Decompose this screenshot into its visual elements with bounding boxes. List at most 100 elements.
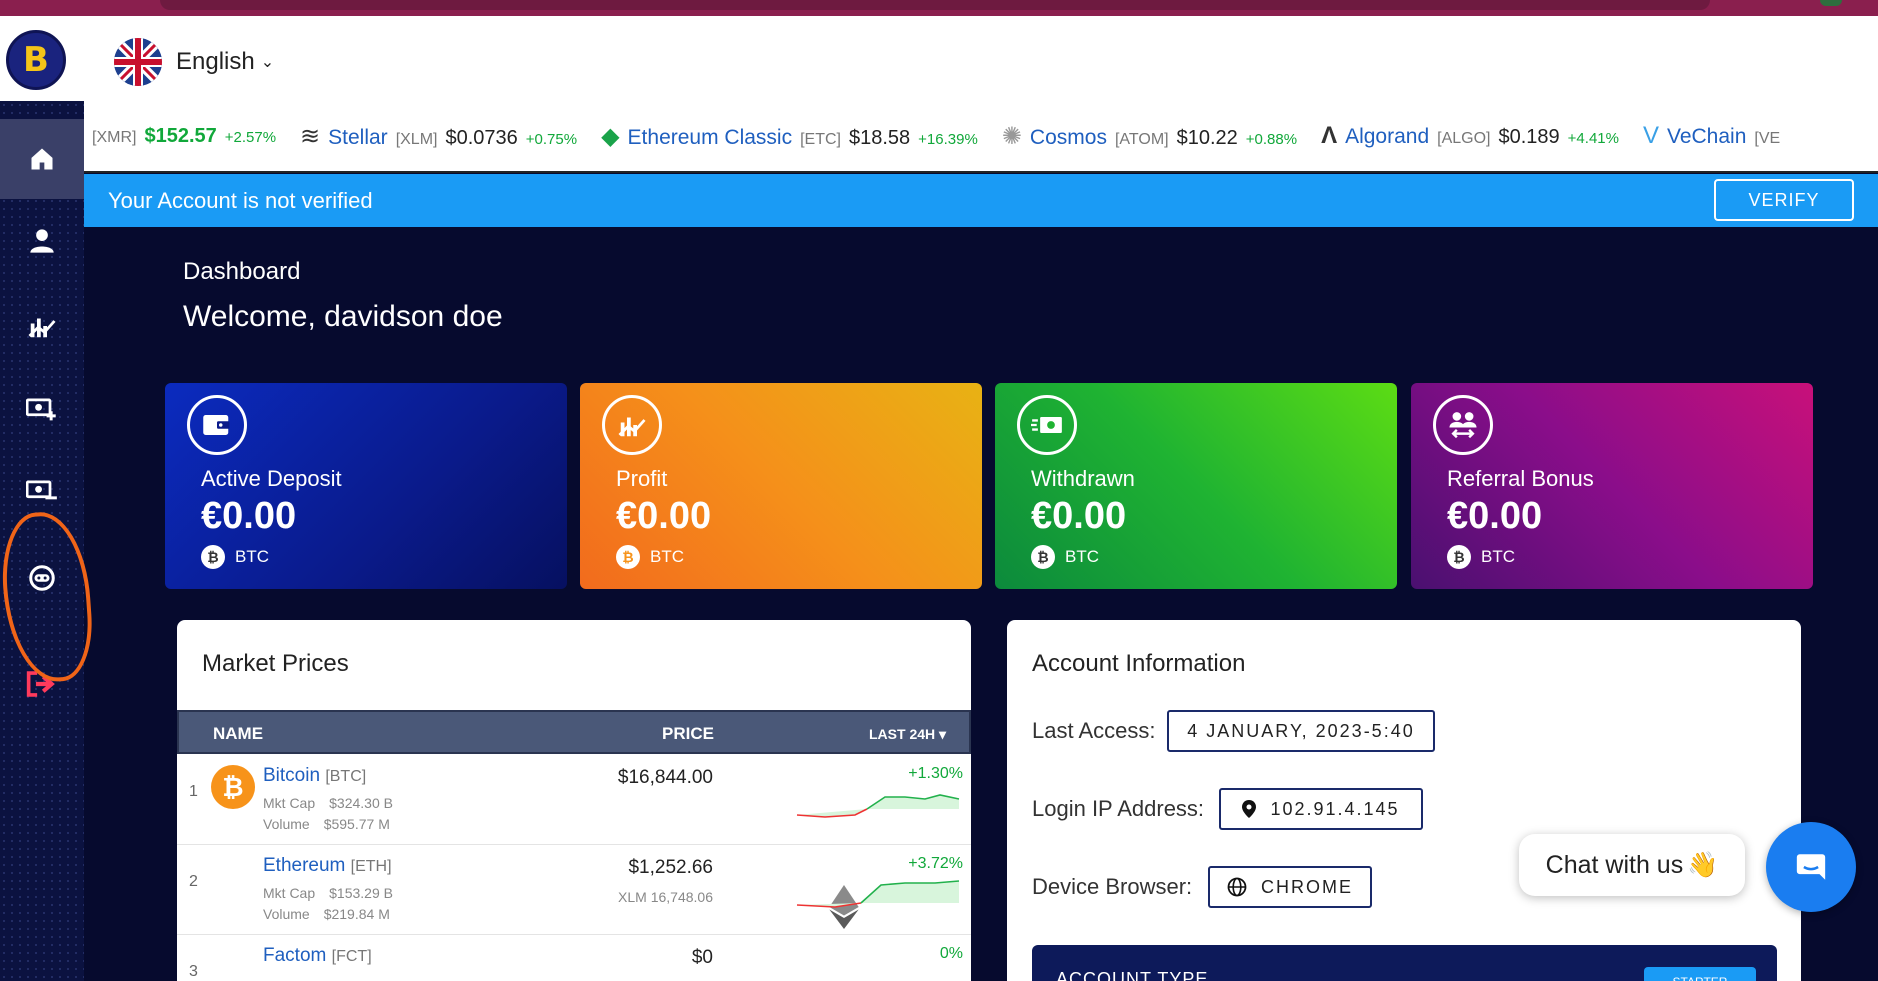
ticker-name: Algorand xyxy=(1345,125,1430,148)
uk-flag-icon[interactable] xyxy=(114,38,162,86)
crypto-ticker: [XMR] $152.57 +2.57% ≋ Stellar [XLM] $0.… xyxy=(84,101,1878,173)
stat-card-profit[interactable]: Profit €0.00 ₿ BTC xyxy=(580,383,982,589)
ticker-change: +16.39% xyxy=(918,130,978,148)
card-title: Profit xyxy=(616,466,668,491)
mktcap-value: $324.30 B xyxy=(329,795,393,811)
volume-value: $219.84 M xyxy=(323,906,390,922)
coin-name-link[interactable]: Ethereum [ETH] xyxy=(263,855,392,877)
ticker-price: $18.58 xyxy=(849,126,911,149)
market-prices-panel: Market Prices NAME PRICE LAST 24H ▾ 1 ₿ … xyxy=(177,620,971,981)
ticker-price: $0.0736 xyxy=(445,126,518,149)
table-header: NAME PRICE LAST 24H ▾ xyxy=(177,710,971,754)
stat-card-withdrawn[interactable]: Withdrawn €0.00 ₿ BTC xyxy=(995,383,1397,589)
ticker-symbol: [XLM] xyxy=(395,130,438,148)
ticker-name: Stellar xyxy=(328,125,388,149)
page-title: Dashboard xyxy=(183,258,301,285)
coin-name-link[interactable]: Bitcoin [BTC] xyxy=(263,765,366,787)
browser-strip xyxy=(0,0,1878,16)
money-minus-icon xyxy=(26,480,57,500)
row-index: 1 xyxy=(189,783,198,800)
browser-label: Device Browser: xyxy=(1032,874,1193,899)
cash-icon xyxy=(1017,395,1077,455)
last-access-label: Last Access: xyxy=(1032,718,1156,743)
mktcap-label: Mkt Cap xyxy=(263,885,316,901)
sidebar-item-deposit[interactable] xyxy=(0,369,84,449)
table-row[interactable]: 1 ₿ Bitcoin [BTC] Mkt Cap $324.30 B Volum… xyxy=(177,755,971,845)
period-dropdown[interactable]: LAST 24H ▾ xyxy=(869,726,946,743)
location-pin-icon xyxy=(1242,800,1257,818)
ticker-change: +4.41% xyxy=(1567,130,1619,147)
ticker-symbol: [VE xyxy=(1754,130,1781,147)
bitcoin-icon: ₿ xyxy=(616,545,640,569)
cosmos-icon: ✺ xyxy=(1001,122,1022,150)
table-row[interactable]: 2 Ethereum [ETH] Mkt Cap $153.29 B Volume… xyxy=(177,845,971,935)
stat-card-active-deposit[interactable]: Active Deposit €0.00 ₿ BTC xyxy=(165,383,567,589)
ticker-symbol: [XMR] xyxy=(92,128,137,146)
chat-icon xyxy=(1796,854,1826,880)
logo-letter: B xyxy=(23,40,49,80)
chat-label: Chat with us xyxy=(1545,850,1684,879)
row-index: 2 xyxy=(189,873,198,890)
column-header-price: PRICE xyxy=(662,724,714,743)
sidebar-item-profile[interactable] xyxy=(0,201,84,281)
card-currency: BTC xyxy=(235,547,269,566)
ticker-change: +0.88% xyxy=(1245,130,1298,148)
coin-price: $16,844.00 xyxy=(617,767,713,788)
card-value: €0.00 xyxy=(201,495,297,537)
browser-value: CHROME xyxy=(1208,866,1372,908)
card-currency: BTC xyxy=(1065,547,1099,566)
ticker-symbol: [ETC] xyxy=(800,130,841,148)
etc-icon: ◆ xyxy=(601,122,620,150)
ticker-item[interactable]: Ʌ Algorand [ALGO] $0.189 +4.41% xyxy=(1321,122,1619,150)
ticker-item[interactable]: [XMR] $152.57 +2.57% xyxy=(92,125,276,148)
coin-name-link[interactable]: Factom [FCT] xyxy=(263,945,372,967)
ticker-price: $152.57 xyxy=(144,124,217,147)
card-value: €0.00 xyxy=(1447,495,1543,537)
coin-name: Bitcoin xyxy=(263,765,321,786)
chat-prompt[interactable]: Chat with us 👋 xyxy=(1519,834,1745,896)
language-selector[interactable]: English ⌄ xyxy=(176,48,274,76)
ticker-item[interactable]: ◆ Ethereum Classic [ETC] $18.58 +16.39% xyxy=(601,122,978,151)
table-row[interactable]: 3 Factom [FCT] $0 0% xyxy=(177,935,971,981)
banner-text: Your Account is not verified xyxy=(108,188,373,213)
factom-icon xyxy=(211,945,255,981)
bitcoin-icon: ₿ xyxy=(211,765,255,809)
stellar-icon: ≋ xyxy=(300,122,321,150)
ticker-symbol: [ALGO] xyxy=(1437,130,1491,147)
ethereum-icon xyxy=(211,855,859,929)
coin-name: Ethereum xyxy=(263,855,346,876)
ticker-item[interactable]: ≋ Stellar [XLM] $0.0736 +0.75% xyxy=(300,122,577,151)
vechain-icon: V xyxy=(1642,122,1659,149)
language-label: English xyxy=(176,48,255,75)
profile-indicator xyxy=(1820,0,1842,6)
account-type-label: ACCOUNT TYPE xyxy=(1056,969,1209,981)
account-type-section: ACCOUNT TYPE STARTER xyxy=(1032,945,1777,981)
users-icon xyxy=(1433,395,1493,455)
wallet-icon xyxy=(187,395,247,455)
chat-open-button[interactable] xyxy=(1766,822,1856,912)
last-access-text: 4 JANUARY, 2023-5:40 xyxy=(1187,720,1415,741)
coin-price: $1,252.66 xyxy=(628,857,713,878)
sidebar-item-investments[interactable] xyxy=(0,286,84,366)
ip-text: 102.91.4.145 xyxy=(1270,798,1400,819)
sparkline-chart xyxy=(796,794,960,818)
card-title: Referral Bonus xyxy=(1447,466,1594,491)
row-index: 3 xyxy=(189,963,198,980)
ticker-price: $0.189 xyxy=(1498,126,1560,148)
verify-button[interactable]: VERIFY xyxy=(1714,179,1854,221)
mktcap-value: $153.29 B xyxy=(329,885,393,901)
site-logo[interactable]: B xyxy=(6,30,66,90)
ticker-item[interactable]: V VeChain [VE xyxy=(1643,122,1780,150)
volume-label: Volume xyxy=(263,816,310,832)
stat-card-referral-bonus[interactable]: Referral Bonus €0.00 ₿ BTC xyxy=(1411,383,1813,589)
column-header-name: NAME xyxy=(213,724,264,743)
ip-value: 102.91.4.145 xyxy=(1219,788,1423,830)
sparkline-chart xyxy=(796,880,960,908)
coin-name: Factom xyxy=(263,945,327,966)
ticker-item[interactable]: ✺ Cosmos [ATOM] $10.22 +0.88% xyxy=(1002,122,1297,151)
coin-symbol: [BTC] xyxy=(325,768,367,785)
sidebar-item-home[interactable] xyxy=(0,119,84,199)
chevron-down-icon: ⌄ xyxy=(260,54,275,71)
coin-symbol: [ETH] xyxy=(350,858,392,875)
caret-down-icon: ▾ xyxy=(939,726,947,742)
